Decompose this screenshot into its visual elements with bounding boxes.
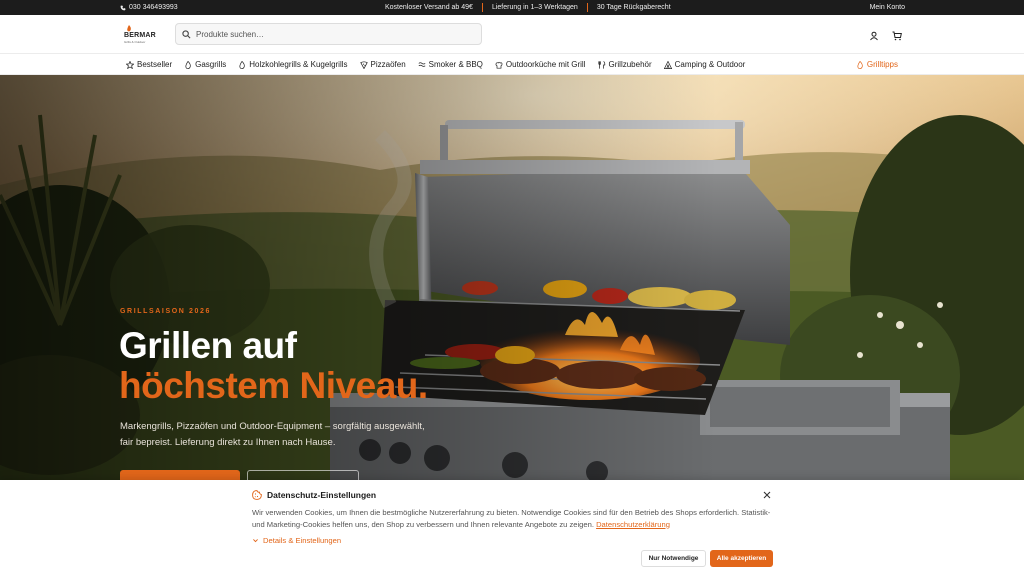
- cookie-icon: [252, 490, 262, 500]
- usp-divider: [481, 3, 483, 12]
- usp-bar: Kostenloser Versand ab 49€ Lieferung in …: [385, 3, 671, 12]
- logo-flame-icon: [127, 25, 131, 32]
- phone-number: 030 346493993: [129, 4, 178, 11]
- tent-icon: [663, 60, 672, 69]
- flame-icon: [857, 60, 863, 69]
- site-header: BERMAR Grills & Outdoor: [0, 15, 1024, 54]
- user-icon[interactable]: [869, 28, 879, 41]
- nav-label: Pizzaöfen: [370, 60, 406, 69]
- nav-items: Bestseller Gasgrills Holzkohlegrills & K…: [126, 54, 745, 75]
- nav-label: Grillzubehör: [608, 60, 652, 69]
- search-icon: [182, 29, 191, 38]
- hero-banner: GRILLSAISON 2026 Grillen auf höchstem Ni…: [0, 75, 1024, 480]
- usp-shipping: Kostenloser Versand ab 49€: [385, 4, 473, 11]
- nav-label: Smoker & BBQ: [428, 60, 483, 69]
- usp-delivery: Lieferung in 1–3 Werktagen: [491, 4, 578, 11]
- nav-item-bestseller[interactable]: Bestseller: [126, 60, 172, 69]
- nav-item-outdoorkueche[interactable]: Outdoorküche mit Grill: [495, 60, 586, 69]
- search-box[interactable]: [175, 23, 482, 45]
- nav-item-pizzaoefen[interactable]: Pizzaöfen: [359, 60, 406, 69]
- cookie-description: Wir verwenden Cookies, um Ihnen die best…: [252, 508, 771, 529]
- search-input[interactable]: [196, 29, 476, 39]
- flame-icon: [239, 60, 245, 69]
- hero-headline: Grillen auf: [119, 325, 297, 366]
- my-account-link[interactable]: Mein Konto: [870, 4, 905, 11]
- nav-label: Holzkohlegrills & Kugelgrills: [249, 60, 348, 69]
- chef-hat-icon: [495, 61, 503, 69]
- smoke-icon: [418, 61, 426, 67]
- main-nav: Bestseller Gasgrills Holzkohlegrills & K…: [0, 54, 1024, 75]
- hero-description: Markengrills, Pizzaöfen und Outdoor-Equi…: [120, 421, 425, 448]
- logo-text: BERMAR: [124, 32, 156, 39]
- usp-returns: 30 Tage Rückgaberecht: [596, 4, 671, 11]
- cart-icon[interactable]: [892, 28, 902, 41]
- logo[interactable]: BERMAR Grills & Outdoor: [122, 24, 156, 46]
- hero-headline-accent: höchstem Niveau.: [119, 365, 428, 406]
- utensils-icon: [597, 60, 605, 69]
- cookie-text: Wir verwenden Cookies, um Ihnen die best…: [252, 507, 782, 530]
- cookie-title: Datenschutz-Einstellungen: [252, 490, 376, 500]
- nav-item-smoker[interactable]: Smoker & BBQ: [418, 60, 483, 69]
- nav-label: Grilltipps: [866, 60, 898, 69]
- hero-secondary-button[interactable]: [247, 470, 359, 480]
- cookie-accept-all-button[interactable]: Alle akzeptieren: [710, 550, 773, 567]
- top-bar: 030 346493993 Kostenloser Versand ab 49€…: [0, 0, 1024, 15]
- logo-subtitle: Grills & Outdoor: [124, 40, 146, 44]
- nav-label: Outdoorküche mit Grill: [505, 60, 586, 69]
- hero-kicker: GRILLSAISON 2026: [120, 308, 211, 315]
- cookie-details-toggle[interactable]: Details & Einstellungen: [252, 536, 341, 545]
- close-icon[interactable]: [762, 490, 772, 500]
- cookie-banner: Datenschutz-Einstellungen Wir verwenden …: [0, 480, 1024, 576]
- nav-item-grillzubehoer[interactable]: Grillzubehör: [597, 60, 652, 69]
- star-icon: [126, 60, 134, 69]
- pizza-icon: [359, 60, 368, 69]
- flame-icon: [185, 60, 191, 69]
- nav-item-camping[interactable]: Camping & Outdoor: [663, 60, 746, 69]
- cookie-necessary-button[interactable]: Nur Notwendige: [641, 550, 706, 567]
- nav-item-grilltipps[interactable]: Grilltipps: [856, 54, 898, 75]
- nav-item-gasgrills[interactable]: Gasgrills: [184, 60, 226, 69]
- chevron-down-icon: [253, 539, 258, 543]
- hero-primary-button[interactable]: [120, 470, 240, 480]
- cookie-title-text: Datenschutz-Einstellungen: [267, 490, 377, 500]
- nav-label: Camping & Outdoor: [674, 60, 746, 69]
- nav-label: Gasgrills: [195, 60, 227, 69]
- privacy-policy-link[interactable]: Datenschutzerklärung: [596, 520, 670, 529]
- phone-icon: [120, 5, 126, 10]
- phone-contact[interactable]: 030 346493993: [120, 4, 178, 11]
- header-actions: [869, 28, 902, 41]
- nav-label: Bestseller: [137, 60, 173, 69]
- cookie-details-label: Details & Einstellungen: [263, 536, 342, 545]
- usp-divider: [586, 3, 588, 12]
- nav-item-holzkohlegrills[interactable]: Holzkohlegrills & Kugelgrills: [238, 60, 348, 69]
